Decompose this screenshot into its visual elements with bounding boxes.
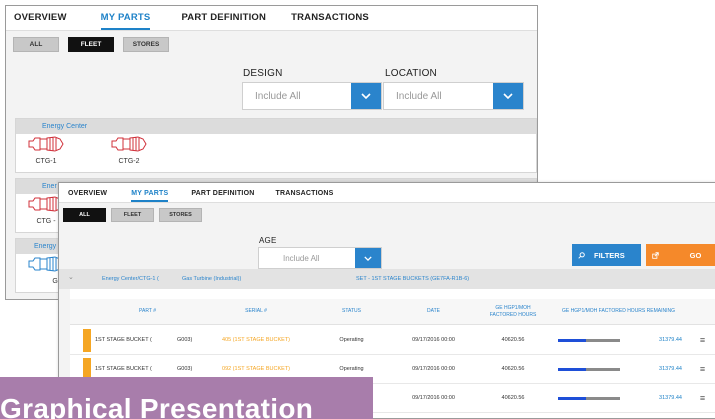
front-tab-bar: OVERVIEW MY PARTS PART DEFINITION TRANSA… [59, 183, 715, 203]
front-tab-transactions[interactable]: TRANSACTIONS [275, 190, 333, 202]
front-tab-overview[interactable]: OVERVIEW [68, 190, 107, 202]
search-icon [572, 251, 590, 259]
hours-cell: 40620.56 [501, 337, 525, 343]
table-row[interactable]: 1ST STAGE BUCKET ( G003) 405 (1ST STAGE … [70, 326, 715, 355]
back-seg-stores[interactable]: STORES [123, 37, 169, 52]
set-bar[interactable]: ⌄ Energy Center/CTG-1 ( Gas Turbine (Ind… [59, 269, 715, 289]
unit-name: CTG-2 [118, 158, 140, 165]
banner-title: Graphical Presentation [0, 393, 314, 419]
external-link-icon [646, 251, 664, 259]
date-cell: 09/17/2016 00:00 [412, 395, 455, 401]
back-tab-transactions[interactable]: TRANSACTIONS [291, 12, 369, 30]
chevron-down-icon[interactable] [493, 83, 523, 109]
hamburger-menu-icon[interactable]: ≡ [686, 393, 715, 403]
col-date: DATE [427, 308, 440, 315]
caption-banner: Graphical Presentation [0, 377, 373, 419]
hours-cell: 40620.56 [501, 395, 525, 401]
go-button[interactable]: GO [646, 244, 715, 266]
remaining-value: 31379.44 [659, 337, 682, 343]
age-dropdown[interactable]: Include All [258, 247, 382, 269]
screenshot-stage: OVERVIEW MY PARTS PART DEFINITION TRANSA… [0, 0, 715, 419]
date-cell: 09/17/2016 00:00 [412, 366, 455, 372]
front-seg-stores[interactable]: STORES [159, 208, 202, 222]
filters-button[interactable]: FILTERS [572, 244, 641, 266]
chevron-down-icon[interactable]: ⌄ [68, 273, 74, 281]
filters-label: FILTERS [594, 250, 625, 260]
unit-tile[interactable]: CTG-2 [107, 136, 151, 165]
col-hours: GE HGP1/MOH FACTORED HOURS [489, 304, 537, 318]
unit-name: CTG-1 [35, 158, 57, 165]
back-tab-bar: OVERVIEW MY PARTS PART DEFINITION TRANSA… [6, 6, 537, 31]
status-cell: Operating [339, 337, 364, 343]
back-tab-part-definition[interactable]: PART DEFINITION [181, 12, 266, 30]
back-tab-overview[interactable]: OVERVIEW [14, 12, 67, 30]
age-value: Include All [283, 253, 320, 263]
location-dropdown[interactable]: Include All [383, 82, 524, 110]
go-label: GO [689, 250, 702, 260]
remaining-value: 31379.44 [659, 366, 682, 372]
remaining-cell: 31379.44 [551, 355, 686, 383]
col-part: PART # [139, 308, 156, 315]
date-cell: 09/17/2016 00:00 [412, 337, 455, 343]
part-name: 1ST STAGE BUCKET ( [95, 366, 152, 372]
hours-cell: 40620.56 [501, 366, 525, 372]
hamburger-menu-icon[interactable]: ≡ [686, 335, 715, 345]
back-seg-all[interactable]: ALL [13, 37, 59, 52]
remaining-progress [558, 339, 620, 342]
unit-tile[interactable]: CTG-1 [24, 136, 68, 165]
design-value: Include All [255, 90, 301, 102]
location-label: LOCATION [385, 68, 437, 79]
col-status: STATUS [342, 308, 361, 315]
front-seg-fleet[interactable]: FLEET [111, 208, 154, 222]
status-cell: Operating [339, 366, 364, 372]
site-name: Energy Center [16, 119, 536, 134]
col-serial: SERIAL # [245, 308, 267, 315]
location-value: Include All [396, 90, 442, 102]
chevron-down-icon[interactable] [355, 248, 381, 268]
back-seg-fleet[interactable]: FLEET [68, 37, 114, 52]
turbine-icon [28, 136, 64, 152]
set-name: SET - 1ST STAGE BUCKETS (GE7FA-R1B-6) [356, 276, 470, 282]
table-header: PART # SERIAL # STATUS DATE GE HGP1/MOH … [70, 299, 715, 325]
set-type: Gas Turbine (Industrial)) [182, 276, 242, 282]
remaining-cell: 31379.44 [551, 384, 686, 412]
remaining-progress-fill [558, 397, 586, 400]
hamburger-menu-icon[interactable]: ≡ [686, 364, 715, 374]
part-code: G003) [177, 366, 193, 372]
site-panel: Energy Center CTG-1 CTG-2 [15, 118, 537, 173]
age-label: AGE [259, 236, 277, 245]
col-remaining: GE HGP1/MOH FACTORED HOURS REMAINING [562, 308, 675, 315]
serial-link[interactable]: 092 (1ST STAGE BUCKET) [201, 366, 311, 372]
front-segment-group: ALL FLEET STORES [63, 208, 202, 222]
status-marker [83, 328, 91, 352]
back-segment-group: ALL FLEET STORES [13, 37, 169, 52]
design-dropdown[interactable]: Include All [242, 82, 382, 110]
part-name: 1ST STAGE BUCKET ( [95, 337, 152, 343]
turbine-icon [111, 136, 147, 152]
remaining-progress [558, 368, 620, 371]
design-label: DESIGN [243, 68, 283, 79]
remaining-progress [558, 397, 620, 400]
serial-link[interactable]: 405 (1ST STAGE BUCKET) [201, 337, 311, 343]
remaining-value: 31379.44 [659, 395, 682, 401]
front-seg-all[interactable]: ALL [63, 208, 106, 222]
part-code: G003) [177, 337, 193, 343]
remaining-cell: 31379.44 [551, 326, 686, 354]
part-cell: 1ST STAGE BUCKET ( G003) [70, 326, 201, 354]
back-tab-my-parts[interactable]: MY PARTS [100, 12, 151, 30]
set-site: Energy Center/CTG-1 ( [102, 276, 159, 282]
remaining-progress-fill [558, 339, 586, 342]
front-tab-part-definition[interactable]: PART DEFINITION [191, 190, 254, 202]
front-tab-my-parts[interactable]: MY PARTS [131, 190, 169, 202]
chevron-down-icon[interactable] [351, 83, 381, 109]
remaining-progress-fill [558, 368, 586, 371]
